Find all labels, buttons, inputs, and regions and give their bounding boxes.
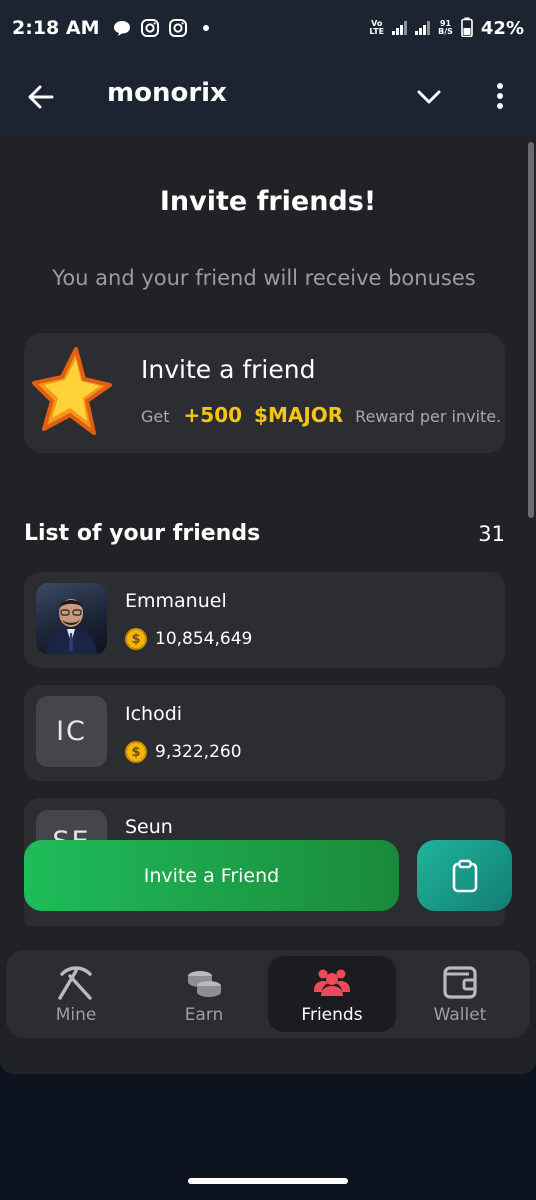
- friend-balance: $ 10,854,649: [125, 628, 252, 650]
- tab-label: Wallet: [433, 1005, 487, 1025]
- friends-list-title: List of your friends: [24, 521, 261, 546]
- notification-icons: [112, 18, 216, 38]
- avatar: IC: [36, 696, 107, 767]
- friend-name: Seun: [125, 816, 173, 838]
- clipboard-icon: [452, 859, 477, 892]
- chevron-down-icon: [417, 90, 441, 104]
- reward-tail: Reward per invite.: [355, 407, 502, 426]
- bottom-tab-bar: Mine Earn Friends Wallet: [6, 950, 530, 1038]
- network-speed: 91 B/S: [438, 19, 453, 36]
- collapse-button[interactable]: [414, 82, 444, 112]
- signal-icon: [392, 21, 408, 35]
- back-button[interactable]: [26, 82, 56, 112]
- app-header: monorix: [0, 56, 536, 136]
- avatar: [36, 583, 107, 654]
- instagram-icon: [168, 18, 188, 38]
- reward-token: $MAJOR: [254, 403, 344, 427]
- app-title: monorix: [107, 78, 227, 108]
- tab-wallet[interactable]: Wallet: [396, 956, 524, 1032]
- home-indicator[interactable]: [188, 1178, 348, 1184]
- reward-amount: +500: [183, 403, 243, 427]
- page-subtitle: You and your friend will receive bonuses: [52, 266, 476, 290]
- arrow-left-icon: [28, 85, 54, 109]
- list-item[interactable]: Emmanuel $ 10,854,649: [24, 572, 505, 668]
- tab-mine[interactable]: Mine: [12, 956, 140, 1032]
- wallet-icon: [443, 966, 477, 999]
- coin-icon: $: [125, 741, 147, 763]
- battery-percent: 42%: [480, 17, 524, 39]
- page-title: Invite friends!: [159, 186, 377, 217]
- tab-label: Earn: [184, 1005, 224, 1025]
- tab-label: Mine: [55, 1005, 97, 1025]
- status-time: 2:18 AM: [12, 17, 100, 39]
- battery-icon: [461, 17, 473, 40]
- friend-balance: $ 9,322,260: [125, 741, 242, 763]
- chat-bubble-icon: [112, 18, 132, 38]
- pickaxe-icon: [58, 966, 92, 1000]
- tab-earn[interactable]: Earn: [140, 956, 268, 1032]
- more-options-button[interactable]: [488, 80, 512, 112]
- dot-icon: [196, 18, 216, 38]
- list-item[interactable]: IC Ichodi $ 9,322,260: [24, 685, 505, 781]
- invite-friend-button[interactable]: Invite a Friend: [24, 840, 399, 911]
- friends-count: 31: [478, 522, 505, 546]
- instagram-icon: [140, 18, 160, 38]
- copy-link-button[interactable]: [417, 840, 512, 911]
- status-bar: 2:18 AM Vo LTE 91 B/S 42%: [0, 0, 536, 56]
- friend-name: Emmanuel: [125, 590, 227, 612]
- friend-name: Ichodi: [125, 703, 183, 725]
- reward-get-label: Get: [141, 407, 170, 426]
- tab-friends[interactable]: Friends: [268, 956, 396, 1032]
- tab-label: Friends: [301, 1005, 363, 1025]
- friends-icon: [314, 969, 350, 996]
- person-photo-icon: [46, 599, 97, 654]
- star-icon: [32, 347, 112, 435]
- invite-card-heading: Invite a friend: [141, 355, 316, 384]
- invite-reward-card: Invite a friend Get +500 $MAJOR Reward p…: [24, 333, 505, 453]
- reward-row: Get +500 $MAJOR Reward per invite.: [141, 403, 501, 427]
- volte-indicator: Vo LTE: [369, 19, 385, 36]
- list-item[interactable]: [24, 912, 505, 926]
- system-indicators: Vo LTE 91 B/S 42%: [369, 17, 524, 40]
- coin-icon: $: [125, 628, 147, 650]
- signal-icon: [415, 21, 431, 35]
- coins-icon: [188, 971, 221, 997]
- more-vertical-icon: [497, 83, 503, 109]
